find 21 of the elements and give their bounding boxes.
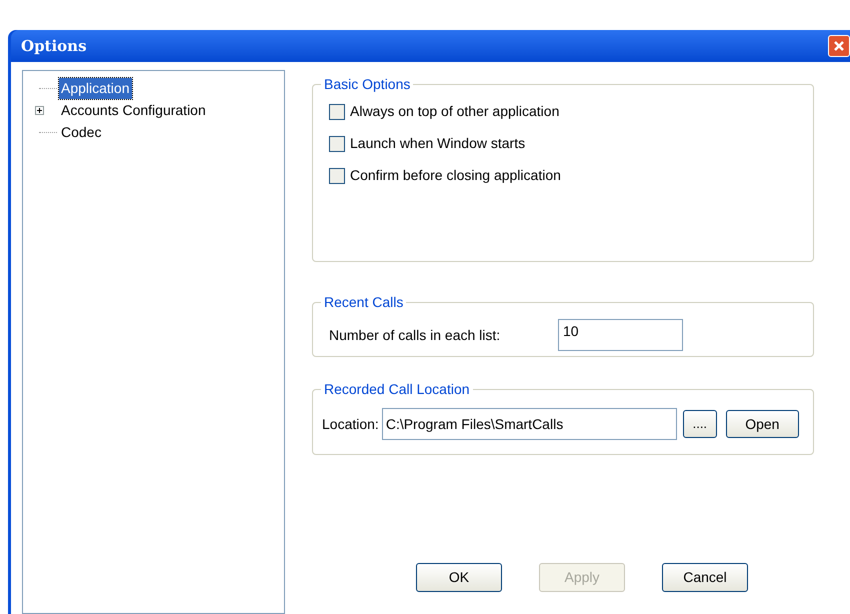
tree-item[interactable]: Codec xyxy=(59,122,104,142)
close-icon xyxy=(833,40,845,52)
browse-button[interactable]: .... xyxy=(682,410,717,438)
checkbox[interactable] xyxy=(329,168,345,184)
checkbox-label: Confirm before closing application xyxy=(350,166,561,185)
tree-item[interactable]: Accounts Configuration xyxy=(59,100,208,120)
input-field[interactable]: C:\Program Files\SmartCalls xyxy=(382,408,677,440)
checkbox[interactable] xyxy=(329,136,345,152)
checkbox[interactable] xyxy=(329,104,345,120)
plus-icon[interactable] xyxy=(35,106,44,114)
window-title: Options xyxy=(21,36,87,57)
dialog-button[interactable]: Cancel xyxy=(662,563,748,592)
field-label: Location: xyxy=(322,414,379,434)
close-button[interactable] xyxy=(828,35,850,57)
input-field[interactable]: 10 xyxy=(558,319,683,351)
dialog-button[interactable]: OK xyxy=(416,563,502,592)
field-label: Number of calls in each list: xyxy=(329,326,502,344)
tree-item[interactable]: Application xyxy=(59,78,132,98)
checkbox-label: Always on top of other application xyxy=(350,102,560,121)
open-button[interactable]: Open xyxy=(726,410,799,438)
checkbox-label: Launch when Window starts xyxy=(350,134,526,153)
